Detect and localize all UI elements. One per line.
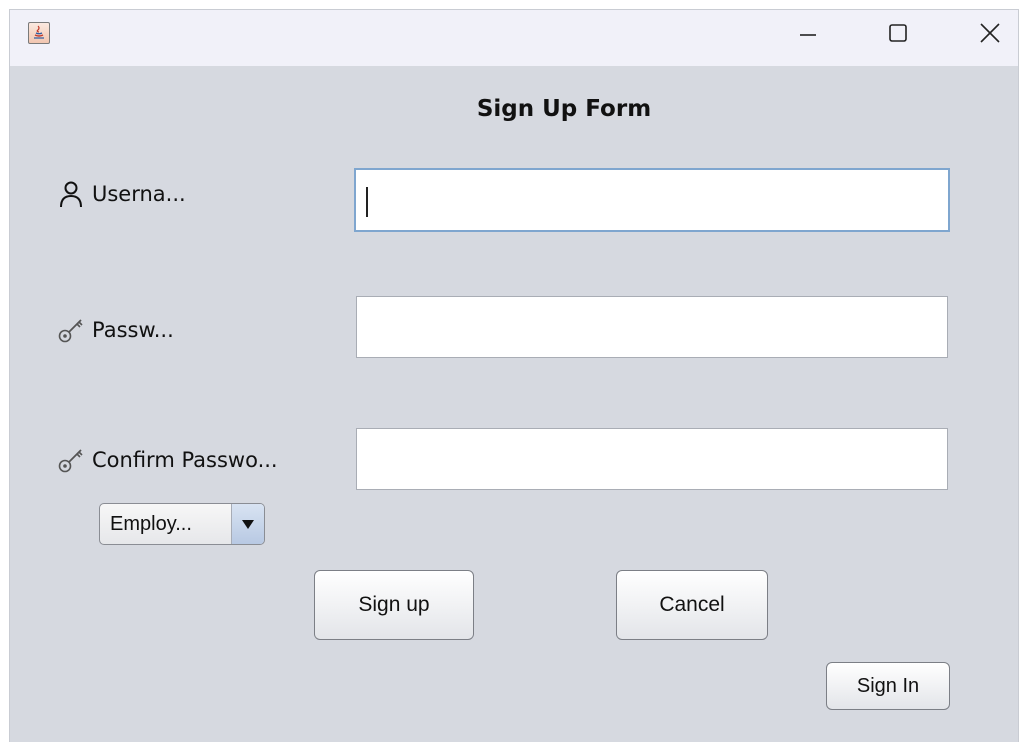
password-label: Passw... xyxy=(92,318,174,342)
username-label: Userna... xyxy=(92,182,186,206)
sign-up-button[interactable]: Sign up xyxy=(314,570,474,640)
role-select[interactable]: Employ... xyxy=(99,503,265,545)
minimize-button[interactable] xyxy=(778,10,838,56)
signup-window: Sign Up Form Userna... Passw... Confirm … xyxy=(10,10,1018,742)
form-title: Sign Up Form xyxy=(476,96,652,122)
title-bar xyxy=(10,10,1018,66)
close-button[interactable] xyxy=(960,10,1020,56)
close-icon xyxy=(980,23,1000,43)
form-panel: Sign Up Form Userna... Passw... Confirm … xyxy=(10,66,1018,742)
confirm-password-label-row: Confirm Passwo... xyxy=(54,445,278,475)
java-cup-icon[interactable] xyxy=(28,22,50,44)
username-label-row: Userna... xyxy=(54,179,186,209)
key-icon xyxy=(54,315,88,345)
chevron-down-icon xyxy=(242,520,254,529)
dropdown-arrow-button[interactable] xyxy=(231,504,264,544)
password-label-row: Passw... xyxy=(54,315,174,345)
password-input[interactable] xyxy=(356,296,948,358)
text-caret xyxy=(366,187,368,217)
key-icon xyxy=(54,445,88,475)
cancel-button[interactable]: Cancel xyxy=(616,570,768,640)
confirm-password-input[interactable] xyxy=(356,428,948,490)
sign-in-button[interactable]: Sign In xyxy=(826,662,950,710)
maximize-icon xyxy=(889,24,907,42)
role-select-value: Employ... xyxy=(110,512,192,535)
minimize-icon xyxy=(800,34,816,36)
username-input[interactable] xyxy=(354,168,950,232)
confirm-password-label: Confirm Passwo... xyxy=(92,448,278,472)
maximize-button[interactable] xyxy=(868,10,928,56)
user-icon xyxy=(54,179,88,209)
